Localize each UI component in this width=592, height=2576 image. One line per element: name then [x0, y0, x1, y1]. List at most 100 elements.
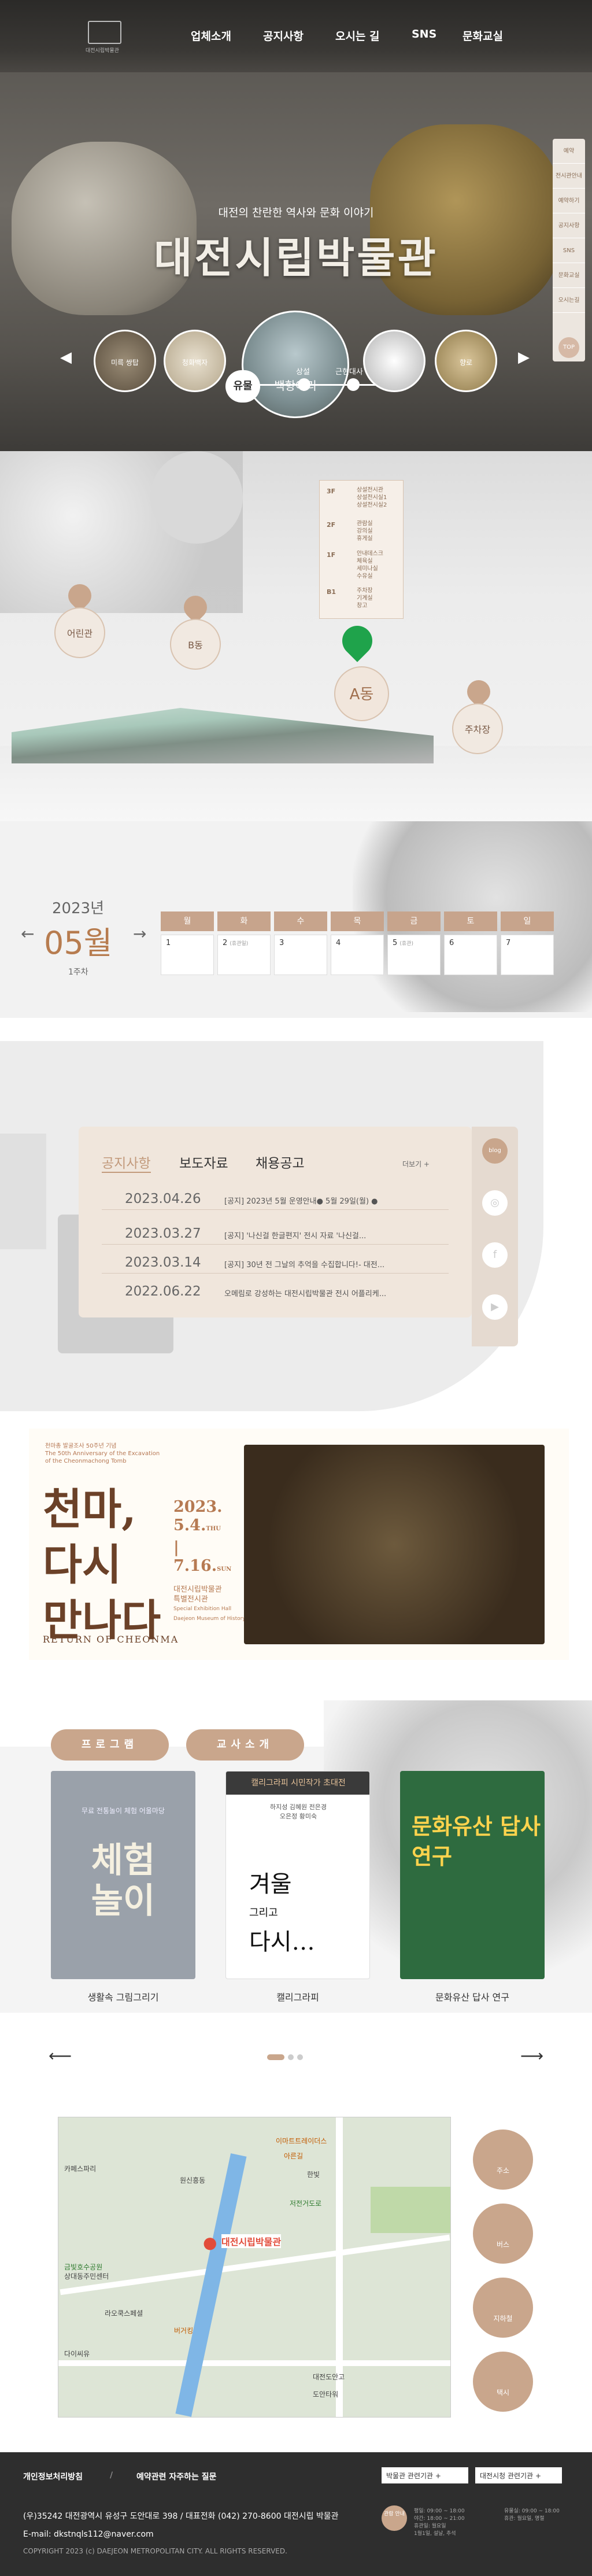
day-header: 금 [387, 911, 441, 931]
calendar-month: 05월 [44, 925, 113, 961]
pager-dot[interactable] [297, 2054, 303, 2060]
program-card[interactable]: 캘리그라피 시민작가 초대전 하지성 김혜원 전은경 오은정 황미숙 겨울 그리고 다… [225, 1771, 370, 1979]
quick-item-sns[interactable]: SNS [553, 238, 585, 263]
notice-row[interactable]: 2022.06.22 오메림로 강성하는 대전시립박물관 전시 어플리케... [102, 1277, 449, 1302]
site-footer: 개인정보처리방침 / 예약관련 자주하는 질문 박물관 관련기관 + 대전시청 … [0, 2452, 592, 2576]
next-month-icon[interactable]: → [133, 924, 146, 943]
timeline-dot-1[interactable] [298, 378, 310, 391]
quick-item-directions[interactable]: 오시는길 [553, 288, 585, 313]
footer-copyright: COPYRIGHT 2023 (c) DAEJEON METROPOLITAN … [23, 2547, 287, 2555]
day-cell[interactable]: 4 [331, 935, 384, 975]
museum-sites-select[interactable]: 박물관 관련기관 + [382, 2467, 468, 2483]
location-pin-icon: ● [203, 2233, 217, 2252]
quick-item-booking[interactable]: 예약하기 [553, 189, 585, 213]
subway-button[interactable]: 지하철 [473, 2278, 533, 2338]
nav-directions[interactable]: 오시는 길 [335, 28, 380, 43]
program-card[interactable]: 무료 전통놀이 체험 어울마당 체험 놀이 [51, 1771, 195, 1979]
day-cell[interactable]: 7 [501, 935, 554, 975]
address-button[interactable]: 주소 [473, 2130, 533, 2190]
opening-hours-2: 유물실: 09:00 ~ 18:00 휴관: 월요일, 명절 [504, 2508, 560, 2522]
pin-b-dong[interactable]: B동 [170, 619, 221, 670]
prev-arrow-icon[interactable]: ⟵ [49, 2046, 72, 2065]
timeline-dot-2[interactable] [347, 378, 360, 391]
top-button[interactable]: TOP [558, 337, 579, 358]
day-cell[interactable]: 6 [444, 935, 497, 975]
day-cell[interactable]: 5 (휴관) [387, 935, 441, 975]
nav-company[interactable]: 업체소개 [191, 28, 231, 43]
faq-link[interactable]: 예약관련 자주하는 질문 [136, 2471, 217, 2482]
calendar-year: 2023년 [52, 900, 105, 917]
hero-section: 대전의 찬란한 역사와 문화 이야기 대전시립박물관 ◀ 미륵 쌍탑 청화백자 … [0, 72, 592, 451]
site-logo[interactable]: 대전시립박물관 [86, 21, 138, 56]
quick-item-notice[interactable]: 공지사항 [553, 213, 585, 238]
youtube-icon[interactable]: ▶ [482, 1294, 508, 1320]
quick-item-culture[interactable]: 문화교실 [553, 263, 585, 288]
timeline-control: 유물 상설 근현대사 [225, 368, 382, 403]
tab-recruit[interactable]: 채용공고 [256, 1152, 305, 1172]
exhibition-caption: 천마총 발굴조사 50주년 기념 The 50th Anniversary of … [45, 1443, 160, 1464]
pager-dot[interactable] [288, 2054, 294, 2060]
timeline-step-1: 상설 [296, 368, 310, 377]
card-title: 겨울 그리고 다시… [249, 1871, 315, 1955]
taxi-button[interactable]: 택시 [473, 2352, 533, 2412]
prev-month-icon[interactable]: ← [21, 924, 34, 943]
floor-guide: 3F 상설전시관 상설전시실1 상설전시실2 2F 관람실 강의실 휴게실 1F 안내데… [319, 480, 404, 619]
exhibition-english-title: RETURN OF CHEONMA [43, 1634, 179, 1645]
footer-separator: / [110, 2471, 113, 2480]
teacher-button[interactable]: 교사소개 [186, 1729, 304, 1761]
floor-b1-desc: 주차장 기계실 창고 [357, 588, 373, 609]
day-cell[interactable]: 3 [274, 935, 327, 975]
next-arrow-icon[interactable]: ▶ [518, 349, 530, 366]
quick-item-reserve[interactable]: 예약 [553, 139, 585, 164]
hero-item-5[interactable]: 향로 [435, 330, 497, 392]
city-sites-select[interactable]: 대전시청 관련기관 + [475, 2467, 562, 2483]
exhibition-banner[interactable]: 천마총 발굴조사 50주년 기념 The 50th Anniversary of … [29, 1429, 569, 1660]
notice-row[interactable]: 2023.03.27 [공지] '나신걸 한글편지' 전시 자료 '나신걸... [102, 1219, 449, 1245]
blog-icon[interactable]: blog [482, 1138, 508, 1164]
artifact-decoration [0, 1134, 46, 1249]
more-link[interactable]: 더보기 + [402, 1159, 430, 1169]
hero-item-2[interactable]: 청화백자 [164, 330, 226, 392]
program-button[interactable]: 프로그램 [51, 1729, 169, 1761]
map-section: ● 대전시립박물관 이마트트레이더스 아른길 카페스파리 한빛 원신흥동 저전거… [0, 2076, 592, 2458]
nav-sns[interactable]: SNS [412, 28, 436, 40]
timeline-step-2: 근현대사 [335, 368, 363, 377]
facebook-icon[interactable]: f [482, 1242, 508, 1268]
day-cell[interactable]: 2 (휴관일) [217, 935, 271, 975]
pin-parking[interactable]: 주차장 [452, 703, 503, 754]
quick-item-guide[interactable]: 전시관안내 [553, 164, 585, 189]
social-links: blog ◎ f ▶ [472, 1127, 518, 1346]
notice-row[interactable]: 2023.04.26 [공지] 2023년 5월 운영안내● 5월 29일(월) … [102, 1184, 449, 1210]
nav-culture[interactable]: 문화교실 [462, 28, 503, 43]
location-map[interactable]: ● 대전시립박물관 이마트트레이더스 아른길 카페스파리 한빛 원신흥동 저전거… [58, 2117, 451, 2418]
next-arrow-icon[interactable]: ⟶ [520, 2046, 543, 2065]
floor-1f-desc: 안내데스크 체육실 세미나실 수유실 [357, 551, 383, 580]
floor-1f: 1F [327, 551, 336, 559]
bus-button[interactable]: 버스 [473, 2204, 533, 2264]
notice-panel: 공지사항 보도자료 채용공고 더보기 + 2023.04.26 [공지] 2023… [79, 1127, 472, 1317]
notice-row[interactable]: 2023.03.14 [공지] 30년 전 그날의 추억을 수집합니다!- 대전.… [102, 1248, 449, 1274]
hero-subtitle: 대전의 찬란한 역사와 문화 이야기 [218, 206, 374, 219]
tab-press[interactable]: 보도자료 [179, 1152, 228, 1172]
day-header: 화 [217, 911, 271, 931]
privacy-link[interactable]: 개인정보처리방침 [23, 2471, 83, 2482]
pin-kids-hall[interactable]: 어린관 [54, 607, 105, 658]
instagram-icon[interactable]: ◎ [482, 1190, 508, 1216]
day-cell[interactable]: 1 [161, 935, 214, 975]
pager-dot-active[interactable] [267, 2054, 284, 2060]
building-section: 어린관 B동 주차장 [0, 451, 592, 821]
footer-address: (우)35242 대전광역시 유성구 도안대로 398 / 대표전화 (042)… [23, 2512, 339, 2521]
prev-arrow-icon[interactable]: ◀ [60, 349, 72, 366]
nav-notice[interactable]: 공지사항 [263, 28, 304, 43]
logo-text: 대전시립박물관 [86, 48, 119, 54]
timeline-button[interactable]: 유물 [225, 370, 260, 403]
hero-item-1[interactable]: 미륵 쌍탑 [94, 330, 156, 392]
cheonma-painting-image [244, 1445, 545, 1644]
site-header: 대전시립박물관 업체소개 공지사항 오시는 길 SNS 문화교실 [0, 0, 592, 72]
park-area [371, 2187, 450, 2233]
pin-a-dong[interactable]: A동 [334, 666, 389, 721]
program-card[interactable]: 문화유산 답사 연구 [400, 1771, 545, 1979]
program-caption: 캘리그라피 [276, 1992, 319, 2003]
exhibition-venue: 대전시립박물관 특별전시관 Special Exhibition Hall Daeje… [173, 1585, 246, 1622]
tab-notice[interactable]: 공지사항 [102, 1152, 151, 1173]
